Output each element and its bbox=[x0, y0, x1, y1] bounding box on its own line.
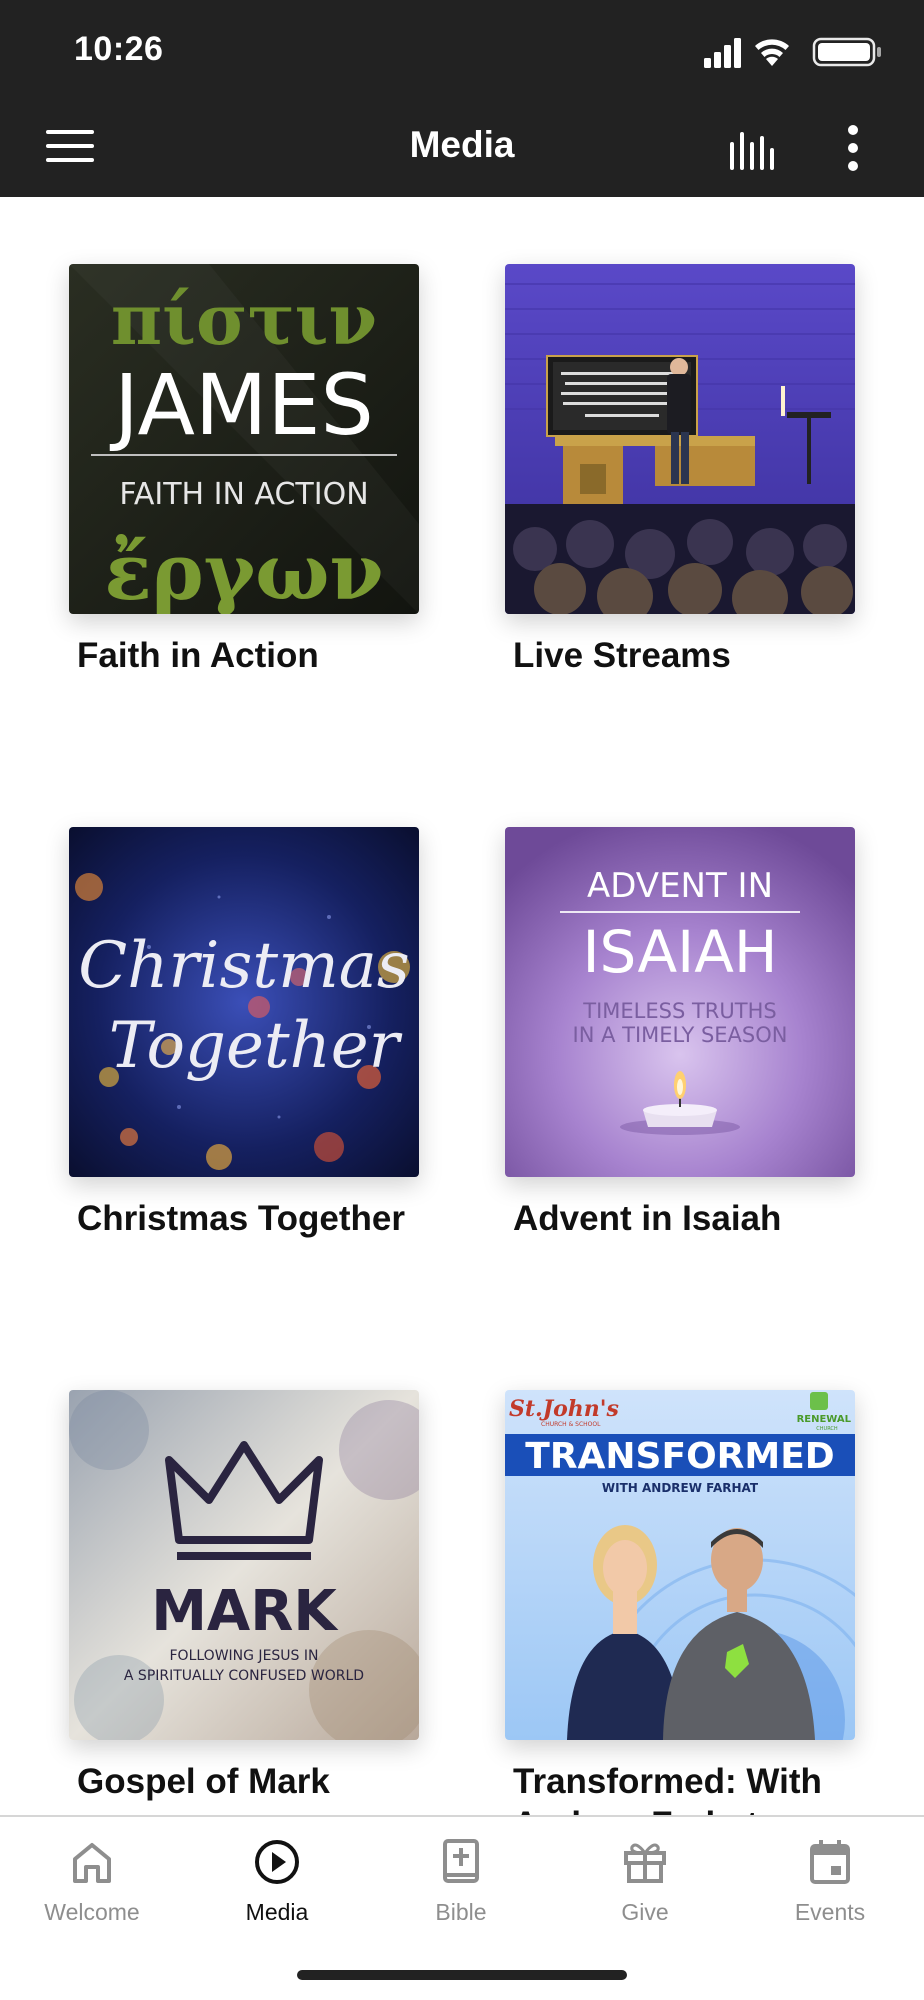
signal-icon bbox=[704, 38, 741, 68]
series-artwork bbox=[505, 264, 855, 614]
svg-text:MARK: MARK bbox=[151, 1579, 339, 1644]
status-icons bbox=[704, 37, 881, 68]
svg-text:JAMES: JAMES bbox=[109, 356, 374, 454]
nav-label: Media bbox=[245, 1899, 309, 1925]
nav-label: Events bbox=[794, 1899, 866, 1925]
svg-text:WITH ANDREW FARHAT: WITH ANDREW FARHAT bbox=[602, 1481, 759, 1495]
bible-icon bbox=[443, 1839, 479, 1883]
series-artwork: MARK FOLLOWING JESUS IN A SPIRITUALLY CO… bbox=[69, 1390, 419, 1740]
card-title: Transformed: With Andrew Farhat bbox=[513, 1762, 822, 1815]
nav-label: Bible bbox=[435, 1899, 487, 1925]
svg-text:ἔργων: ἔργων bbox=[104, 527, 383, 614]
media-grid: πίστιν JAMES FAITH IN ACTION ἔργων Faith… bbox=[0, 197, 924, 1815]
app-header: 10:26 Media bbox=[0, 0, 924, 197]
battery-icon bbox=[812, 37, 881, 67]
card-title: Faith in Action bbox=[77, 636, 319, 675]
svg-text:CHURCH: CHURCH bbox=[816, 1426, 838, 1432]
nav-label: Give bbox=[621, 1899, 669, 1925]
card-title: Gospel of Mark bbox=[77, 1762, 330, 1801]
svg-text:TRANSFORMED: TRANSFORMED bbox=[525, 1436, 834, 1477]
page-title: Media bbox=[409, 124, 515, 165]
status-time: 10:26 bbox=[74, 30, 164, 68]
series-artwork: ADVENT IN ISAIAH TIMELESS TRUTHS IN A TI… bbox=[505, 827, 855, 1177]
svg-text:πίστιν: πίστιν bbox=[111, 278, 377, 361]
audio-bars-icon[interactable] bbox=[722, 126, 782, 174]
svg-text:Together: Together bbox=[109, 1009, 403, 1083]
svg-text:Christmas: Christmas bbox=[78, 929, 410, 1003]
series-artwork: πίστιν JAMES FAITH IN ACTION ἔργων bbox=[69, 264, 419, 614]
svg-text:TIMELESS TRUTHS: TIMELESS TRUTHS bbox=[582, 999, 776, 1023]
gift-icon bbox=[624, 1843, 666, 1883]
wifi-icon bbox=[755, 39, 789, 66]
svg-text:ISAIAH: ISAIAH bbox=[582, 918, 777, 986]
svg-text:St.John's: St.John's bbox=[509, 1396, 619, 1422]
nav-label: Welcome bbox=[44, 1899, 140, 1925]
home-indicator[interactable] bbox=[297, 1970, 627, 1980]
svg-text:A SPIRITUALLY CONFUSED WORLD: A SPIRITUALLY CONFUSED WORLD bbox=[124, 1668, 364, 1684]
svg-text:RENEWAL: RENEWAL bbox=[797, 1414, 852, 1425]
svg-text:FOLLOWING JESUS IN: FOLLOWING JESUS IN bbox=[170, 1648, 319, 1664]
svg-text:IN A TIMELY SEASON: IN A TIMELY SEASON bbox=[573, 1023, 788, 1047]
play-circle-icon bbox=[255, 1840, 299, 1884]
nav-item-welcome[interactable]: Welcome bbox=[12, 1837, 172, 1947]
card-title: Advent in Isaiah bbox=[513, 1199, 782, 1238]
calendar-icon bbox=[810, 1840, 850, 1884]
nav-item-bible[interactable]: Bible bbox=[381, 1837, 541, 1947]
series-artwork: Christmas Together bbox=[69, 827, 419, 1177]
svg-text:ADVENT IN: ADVENT IN bbox=[587, 866, 773, 906]
card-title: Live Streams bbox=[513, 636, 731, 675]
svg-text:CHURCH & SCHOOL: CHURCH & SCHOOL bbox=[541, 1421, 601, 1428]
nav-item-events[interactable]: Events bbox=[750, 1837, 910, 1947]
svg-text:FAITH IN ACTION: FAITH IN ACTION bbox=[119, 477, 368, 512]
series-artwork: St.John's CHURCH & SCHOOL RENEWAL CHURCH… bbox=[505, 1390, 855, 1740]
nav-item-give[interactable]: Give bbox=[565, 1837, 725, 1947]
home-icon bbox=[73, 1843, 111, 1883]
nav-item-media[interactable]: Media bbox=[197, 1837, 357, 1947]
card-title: Christmas Together bbox=[77, 1199, 406, 1238]
more-vertical-icon[interactable] bbox=[838, 122, 868, 174]
